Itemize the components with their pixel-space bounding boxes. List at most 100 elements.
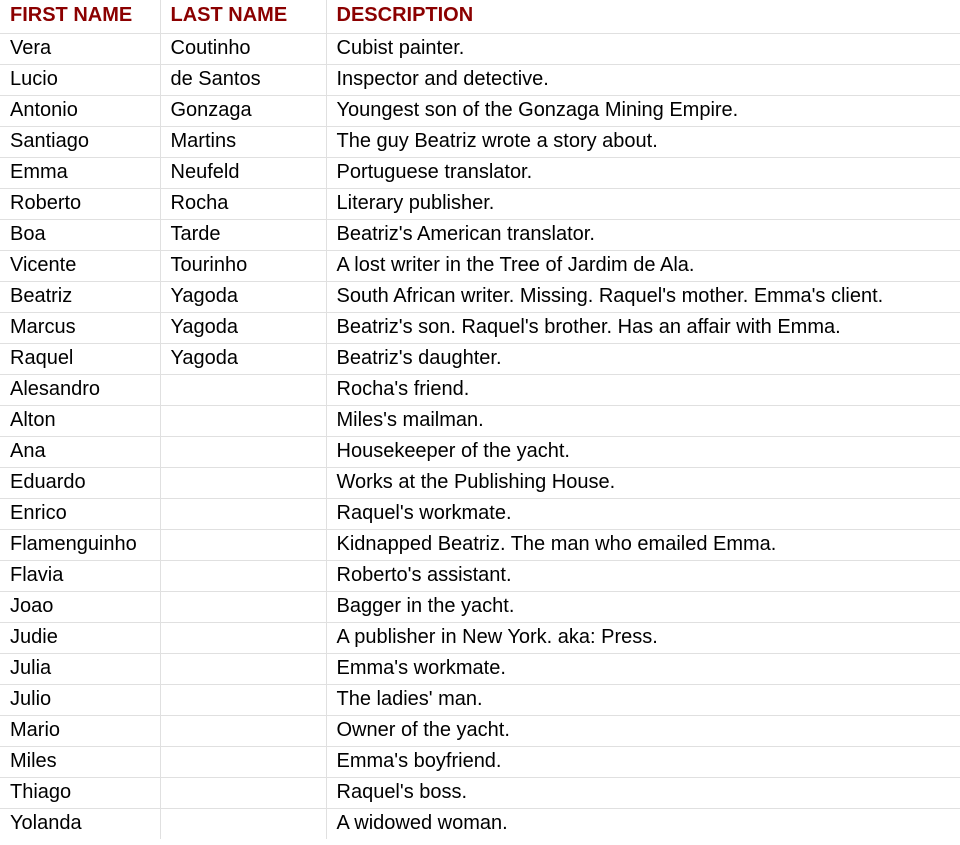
cell-first-name: Vera	[0, 34, 160, 65]
cell-description: The guy Beatriz wrote a story about.	[326, 127, 960, 158]
cell-last-name	[160, 716, 326, 747]
cell-last-name: Coutinho	[160, 34, 326, 65]
cell-first-name: Ana	[0, 437, 160, 468]
cell-last-name	[160, 592, 326, 623]
cell-last-name	[160, 685, 326, 716]
header-description: DESCRIPTION	[326, 0, 960, 34]
cell-last-name	[160, 809, 326, 840]
cell-description: Portuguese translator.	[326, 158, 960, 189]
cell-first-name: Miles	[0, 747, 160, 778]
table-row: BoaTardeBeatriz's American translator.	[0, 220, 960, 251]
table-row: SantiagoMartinsThe guy Beatriz wrote a s…	[0, 127, 960, 158]
character-table: FIRST NAME LAST NAME DESCRIPTION VeraCou…	[0, 0, 960, 839]
cell-last-name	[160, 530, 326, 561]
cell-first-name: Julia	[0, 654, 160, 685]
table-row: Alton Miles's mailman.	[0, 406, 960, 437]
cell-description: Youngest son of the Gonzaga Mining Empir…	[326, 96, 960, 127]
cell-description: Beatriz's American translator.	[326, 220, 960, 251]
cell-last-name	[160, 499, 326, 530]
cell-first-name: Raquel	[0, 344, 160, 375]
cell-first-name: Lucio	[0, 65, 160, 96]
cell-description: Beatriz's son. Raquel's brother. Has an …	[326, 313, 960, 344]
cell-last-name	[160, 778, 326, 809]
cell-description: Works at the Publishing House.	[326, 468, 960, 499]
table-row: Luciode SantosInspector and detective.	[0, 65, 960, 96]
table-row: Julio The ladies' man.	[0, 685, 960, 716]
table-row: Alesandro Rocha's friend.	[0, 375, 960, 406]
table-row: Miles Emma's boyfriend.	[0, 747, 960, 778]
table-row: VeraCoutinhoCubist painter.	[0, 34, 960, 65]
cell-description: Cubist painter.	[326, 34, 960, 65]
table-row: MarioOwner of the yacht.	[0, 716, 960, 747]
cell-last-name	[160, 747, 326, 778]
cell-description: Raquel's boss.	[326, 778, 960, 809]
cell-first-name: Eduardo	[0, 468, 160, 499]
header-last-name: LAST NAME	[160, 0, 326, 34]
cell-first-name: Julio	[0, 685, 160, 716]
cell-first-name: Emma	[0, 158, 160, 189]
cell-last-name	[160, 375, 326, 406]
cell-description: Miles's mailman.	[326, 406, 960, 437]
cell-first-name: Thiago	[0, 778, 160, 809]
cell-first-name: Enrico	[0, 499, 160, 530]
cell-description: A widowed woman.	[326, 809, 960, 840]
cell-description: Emma's boyfriend.	[326, 747, 960, 778]
cell-first-name: Flamenguinho	[0, 530, 160, 561]
cell-description: A publisher in New York. aka: Press.	[326, 623, 960, 654]
cell-description: A lost writer in the Tree of Jardim de A…	[326, 251, 960, 282]
cell-last-name: Yagoda	[160, 282, 326, 313]
cell-description: Housekeeper of the yacht.	[326, 437, 960, 468]
cell-last-name	[160, 437, 326, 468]
cell-first-name: Antonio	[0, 96, 160, 127]
table-row: Flamenguinho Kidnapped Beatriz. The man w…	[0, 530, 960, 561]
cell-last-name: Rocha	[160, 189, 326, 220]
table-row: Eduardo Works at the Publishing House.	[0, 468, 960, 499]
table-row: BeatrizYagodaSouth African writer. Missi…	[0, 282, 960, 313]
cell-last-name: Martins	[160, 127, 326, 158]
cell-first-name: Vicente	[0, 251, 160, 282]
table-row: Thiago Raquel's boss.	[0, 778, 960, 809]
cell-first-name: Roberto	[0, 189, 160, 220]
cell-last-name	[160, 406, 326, 437]
cell-description: Roberto's assistant.	[326, 561, 960, 592]
table-row: RaquelYagodaBeatriz's daughter.	[0, 344, 960, 375]
cell-last-name: Tourinho	[160, 251, 326, 282]
table-row: VicenteTourinhoA lost writer in the Tree…	[0, 251, 960, 282]
cell-last-name: de Santos	[160, 65, 326, 96]
table-row: MarcusYagodaBeatriz's son. Raquel's brot…	[0, 313, 960, 344]
table-row: Yolanda A widowed woman.	[0, 809, 960, 840]
cell-description: The ladies' man.	[326, 685, 960, 716]
table-row: EmmaNeufeldPortuguese translator.	[0, 158, 960, 189]
cell-description: Emma's workmate.	[326, 654, 960, 685]
cell-last-name	[160, 468, 326, 499]
table-row: Judie A publisher in New York. aka: Press…	[0, 623, 960, 654]
cell-last-name: Yagoda	[160, 344, 326, 375]
table-row: Ana Housekeeper of the yacht.	[0, 437, 960, 468]
cell-first-name: Boa	[0, 220, 160, 251]
cell-last-name	[160, 654, 326, 685]
cell-last-name	[160, 561, 326, 592]
cell-last-name: Gonzaga	[160, 96, 326, 127]
cell-description: Rocha's friend.	[326, 375, 960, 406]
cell-description: Inspector and detective.	[326, 65, 960, 96]
table-row: RobertoRochaLiterary publisher.	[0, 189, 960, 220]
table-row: JoaoBagger in the yacht.	[0, 592, 960, 623]
cell-first-name: Flavia	[0, 561, 160, 592]
cell-first-name: Yolanda	[0, 809, 160, 840]
cell-first-name: Judie	[0, 623, 160, 654]
cell-first-name: Alton	[0, 406, 160, 437]
cell-last-name: Tarde	[160, 220, 326, 251]
cell-last-name: Neufeld	[160, 158, 326, 189]
table-row: AntonioGonzagaYoungest son of the Gonzag…	[0, 96, 960, 127]
cell-description: Kidnapped Beatriz. The man who emailed E…	[326, 530, 960, 561]
header-first-name: FIRST NAME	[0, 0, 160, 34]
cell-first-name: Santiago	[0, 127, 160, 158]
table-row: Julia Emma's workmate.	[0, 654, 960, 685]
cell-description: Raquel's workmate.	[326, 499, 960, 530]
table-header-row: FIRST NAME LAST NAME DESCRIPTION	[0, 0, 960, 34]
cell-first-name: Joao	[0, 592, 160, 623]
cell-description: South African writer. Missing. Raquel's …	[326, 282, 960, 313]
cell-last-name	[160, 623, 326, 654]
cell-first-name: Alesandro	[0, 375, 160, 406]
cell-first-name: Beatriz	[0, 282, 160, 313]
